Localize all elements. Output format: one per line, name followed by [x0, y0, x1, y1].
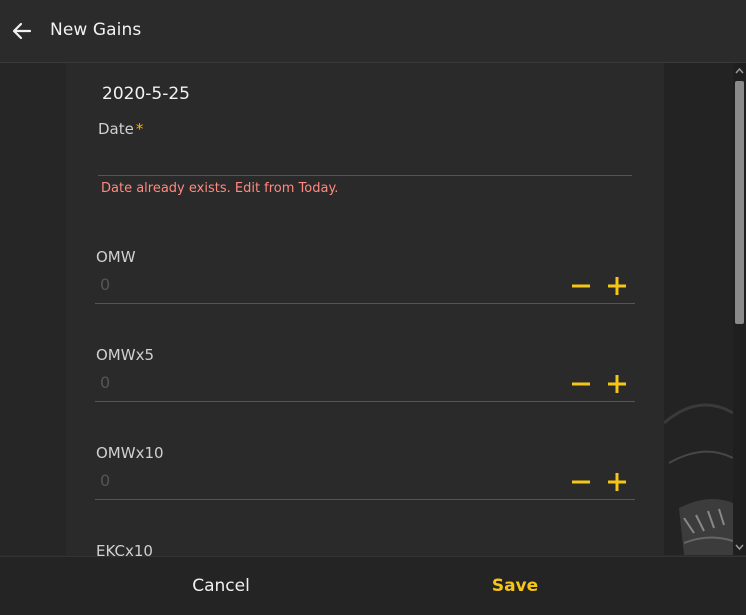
omwx5-decrement-button[interactable]: [570, 373, 592, 395]
minus-icon: [572, 284, 590, 288]
omwx5-underline: [95, 401, 635, 402]
minus-icon: [572, 480, 590, 484]
omw-underline: [95, 303, 635, 304]
omwx10-increment-button[interactable]: [606, 471, 628, 493]
omwx10-decrement-button[interactable]: [570, 471, 592, 493]
omwx10-input[interactable]: 0: [100, 471, 110, 490]
scroll-up-icon[interactable]: [733, 65, 746, 77]
omwx5-increment-button[interactable]: [606, 373, 628, 395]
arrow-left-icon[interactable]: [10, 19, 34, 43]
save-button[interactable]: Save: [444, 557, 586, 615]
footer-actions: Cancel Save: [0, 556, 746, 615]
page-title: New Gains: [50, 20, 142, 40]
omw-increment-button[interactable]: [606, 275, 628, 297]
date-label: Date *: [98, 120, 143, 138]
date-underline: [98, 175, 632, 176]
omw-decrement-button[interactable]: [570, 275, 592, 297]
omwx10-label: OMWx10: [96, 444, 164, 462]
minus-icon: [572, 382, 590, 386]
scrollbar-thumb[interactable]: [735, 81, 744, 324]
cancel-button[interactable]: Cancel: [150, 557, 292, 615]
left-panel: [0, 63, 66, 555]
omwx5-label: OMWx5: [96, 346, 155, 364]
plus-icon: [608, 473, 626, 491]
omw-input[interactable]: 0: [100, 275, 110, 294]
date-error-message: Date already exists. Edit from Today.: [101, 181, 339, 196]
date-label-text: Date: [98, 120, 134, 138]
vertical-scrollbar[interactable]: [733, 63, 746, 555]
omw-label: OMW: [96, 248, 136, 266]
omwx10-underline: [95, 499, 635, 500]
required-mark: *: [135, 120, 144, 138]
omwx5-input[interactable]: 0: [100, 373, 110, 392]
background-image: [664, 63, 733, 555]
app-header: New Gains: [0, 0, 746, 63]
scroll-down-icon[interactable]: [733, 541, 746, 553]
plus-icon: [608, 277, 626, 295]
date-input[interactable]: 2020-5-25: [102, 84, 190, 104]
plus-icon: [608, 375, 626, 393]
